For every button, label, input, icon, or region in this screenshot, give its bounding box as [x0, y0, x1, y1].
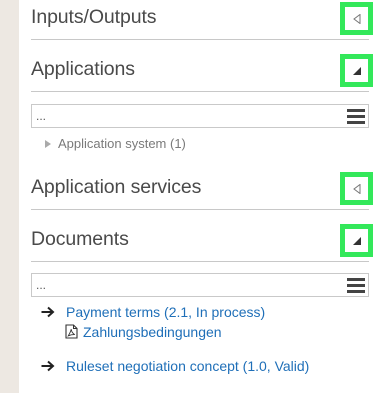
section-inputs-outputs: Inputs/Outputs	[31, 0, 373, 40]
triangle-left-icon	[352, 13, 360, 24]
section-application-services: Application services	[31, 170, 373, 210]
object-panel: Inputs/Outputs Applications Application …	[19, 0, 378, 393]
arrow-right-icon	[41, 306, 55, 318]
collapse-toggle-button[interactable]	[340, 54, 373, 87]
triangle-left-icon	[352, 183, 360, 194]
hamburger-icon	[347, 109, 365, 112]
expand-toggle-button[interactable]	[340, 172, 373, 205]
document-link-label: Payment terms (2.1, In process)	[66, 304, 266, 320]
documents-menu-button[interactable]	[346, 276, 366, 294]
document-link-ruleset-negotiation[interactable]: Ruleset negotiation concept (1.0, Valid)	[41, 358, 309, 374]
section-title: Inputs/Outputs	[31, 6, 157, 28]
section-title: Documents	[31, 228, 129, 250]
applications-filter-input[interactable]	[32, 105, 332, 127]
section-title: Applications	[31, 58, 135, 80]
document-file-zahlungsbedingungen[interactable]: Zahlungsbedingungen	[65, 324, 222, 340]
section-applications: Applications	[31, 52, 373, 92]
arrow-right-icon	[41, 360, 55, 372]
document-link-payment-terms[interactable]: Payment terms (2.1, In process)	[41, 304, 265, 320]
tree-item-application-system[interactable]: Application system (1)	[45, 136, 186, 151]
documents-filter	[31, 273, 369, 297]
documents-filter-input[interactable]	[32, 274, 332, 296]
section-title: Application services	[31, 176, 202, 198]
corner-triangle-icon	[352, 236, 361, 245]
hamburger-icon	[347, 278, 365, 281]
document-file-label: Zahlungsbedingungen	[83, 324, 222, 340]
expand-toggle-button[interactable]	[340, 2, 373, 35]
applications-filter	[31, 104, 369, 128]
document-link-label: Ruleset negotiation concept (1.0, Valid)	[66, 358, 310, 374]
corner-triangle-icon	[352, 66, 361, 75]
tree-item-label: Application system (1)	[58, 136, 186, 151]
pdf-file-icon	[65, 324, 78, 339]
applications-menu-button[interactable]	[346, 107, 366, 125]
collapse-toggle-button[interactable]	[340, 224, 373, 257]
caret-right-icon	[45, 140, 51, 148]
section-documents: Documents	[31, 222, 373, 262]
